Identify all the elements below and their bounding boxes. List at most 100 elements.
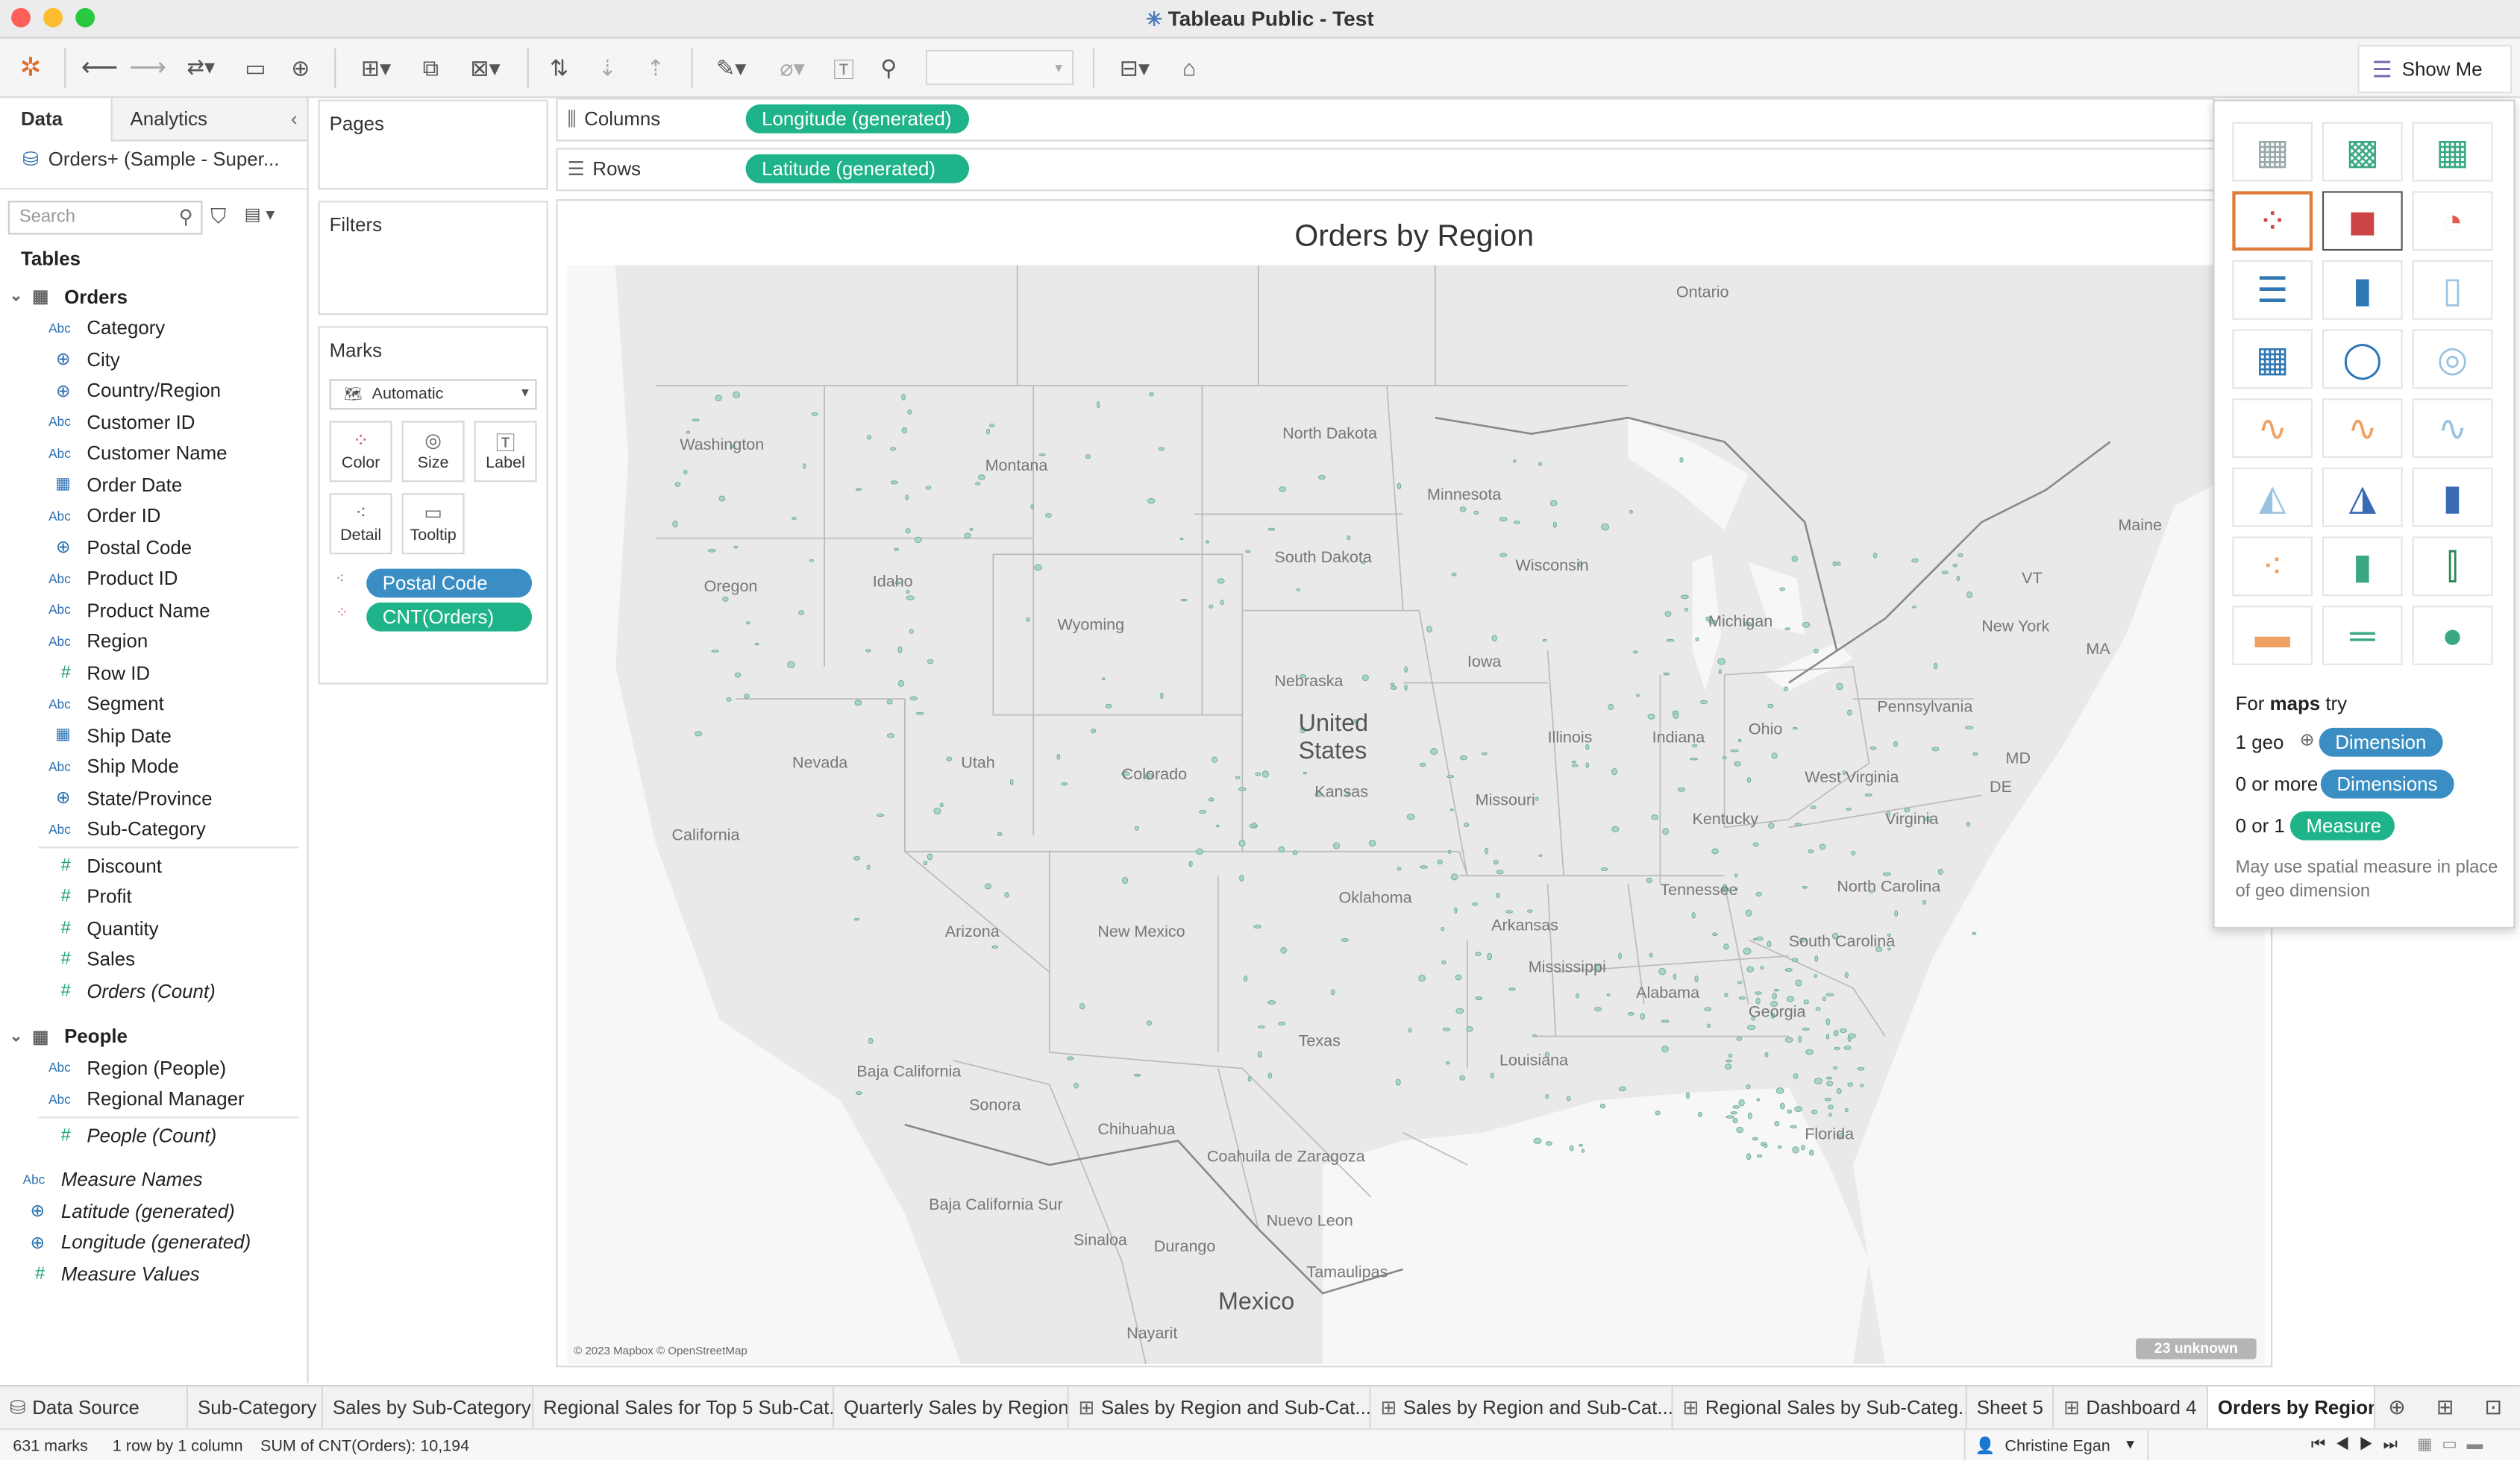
postal-code-mark[interactable] [1535,797,1539,801]
postal-code-mark[interactable] [1815,1007,1821,1011]
sheet-tab[interactable]: ⊞ Sales by Region and Sub-Cat... [1069,1386,1371,1430]
tab-analytics[interactable]: Analytics ‹ [112,98,307,142]
postal-code-mark[interactable] [1651,814,1658,820]
postal-code-mark[interactable] [1455,1008,1464,1014]
postal-code-mark[interactable] [1640,1013,1646,1020]
postal-code-mark[interactable] [1791,556,1798,562]
show-me-area-continuous-icon[interactable]: ◭ [2232,467,2313,527]
postal-code-mark[interactable] [1368,840,1376,847]
sheet-tab[interactable]: Sheet 5 [1967,1386,2054,1430]
postal-code-mark[interactable] [1663,672,1670,676]
postal-code-mark[interactable] [1786,996,1795,1002]
postal-code-mark[interactable] [733,391,741,399]
sheet-tab[interactable]: Regional Sales for Top 5 Sub-Cat... [533,1386,835,1430]
postal-code-mark[interactable] [1397,483,1402,490]
postal-code-mark[interactable] [1441,926,1445,931]
postal-code-mark[interactable] [1805,1049,1814,1055]
postal-code-mark[interactable] [1292,850,1298,855]
postal-code-mark[interactable] [1442,1027,1451,1031]
postal-code-mark[interactable] [1532,1034,1537,1037]
postal-code-mark[interactable] [1810,805,1817,809]
postal-code-mark[interactable] [1188,861,1193,867]
postal-code-mark[interactable] [1798,1035,1802,1043]
postal-code-mark[interactable] [1767,703,1774,708]
postal-code-mark[interactable] [1257,1051,1262,1058]
postal-code-mark[interactable] [988,424,995,427]
postal-code-mark[interactable] [1449,808,1454,811]
orders-table-header[interactable]: ⌄ ▦ Orders [0,281,127,312]
postal-code-mark[interactable] [733,545,739,549]
postal-code-mark[interactable] [897,679,905,687]
sort-descending-icon[interactable]: ⇡ [636,50,675,85]
sheet-navigation-icons[interactable]: ⏮◀▶⏭ [2311,1436,2407,1454]
postal-code-mark[interactable] [1763,1143,1768,1149]
postal-code-mark[interactable] [1455,974,1462,981]
postal-code-mark[interactable] [890,447,897,451]
postal-code-mark[interactable] [1330,989,1335,996]
postal-code-mark[interactable] [1418,974,1426,982]
postal-code-mark[interactable] [1472,902,1479,906]
postal-code-mark[interactable] [1030,504,1034,509]
postal-code-mark[interactable] [1245,550,1251,553]
show-me-horizontal-bars-icon[interactable]: ☰ [2232,260,2313,320]
postal-code-mark[interactable] [1499,516,1508,522]
postal-code-mark[interactable] [1466,1026,1473,1032]
postal-code-mark[interactable] [1756,1098,1761,1102]
field-item[interactable]: ⊕ Postal Code [39,532,192,562]
group-members-icon[interactable]: ⌀▾ [765,50,819,85]
postal-code-mark[interactable] [1869,746,1877,750]
postal-code-mark[interactable] [1646,877,1652,884]
postal-code-mark[interactable] [1395,1078,1401,1086]
postal-code-mark[interactable] [1784,627,1790,631]
postal-code-mark[interactable] [1784,968,1793,972]
postal-code-mark[interactable] [722,596,729,602]
postal-code-mark[interactable] [1212,756,1217,763]
postal-code-mark[interactable] [1764,1052,1769,1058]
postal-code-mark[interactable] [855,488,862,491]
field-item[interactable]: Abc Ship Mode [39,751,179,782]
postal-code-mark[interactable] [1952,563,1958,568]
postal-code-mark[interactable] [1505,910,1514,914]
postal-code-mark[interactable] [1533,1137,1542,1144]
postal-code-mark[interactable] [1814,974,1818,978]
postal-code-mark[interactable] [1746,1153,1752,1160]
new-data-source-icon[interactable]: ⊕ [283,50,318,85]
postal-code-mark[interactable] [915,712,924,715]
postal-code-mark[interactable] [1767,940,1772,948]
new-dashboard-icon[interactable]: ⊞ [2436,1395,2454,1420]
postal-code-mark[interactable] [1784,1037,1793,1043]
new-worksheet-icon[interactable]: ⊞▾ [347,50,405,85]
show-me-packed-bubbles-icon[interactable]: ● [2412,606,2493,665]
postal-code-mark[interactable] [1809,1149,1814,1156]
postal-code-mark[interactable] [1691,911,1696,919]
postal-code-mark[interactable] [1802,621,1811,628]
postal-code-mark[interactable] [1473,510,1479,515]
postal-code-mark[interactable] [1712,932,1718,937]
postal-code-mark[interactable] [985,428,991,435]
postal-code-mark[interactable] [715,395,722,402]
postal-code-mark[interactable] [1771,753,1778,759]
postal-code-mark[interactable] [1451,572,1457,576]
postal-code-mark[interactable] [809,559,814,562]
postal-code-mark[interactable] [1912,606,1916,609]
postal-code-mark[interactable] [692,418,700,421]
postal-code-mark[interactable] [866,864,871,870]
tab-data[interactable]: Data [0,98,113,142]
postal-code-mark[interactable] [811,412,818,416]
postal-code-mark[interactable] [1278,1021,1286,1026]
postal-code-mark[interactable] [1860,1084,1864,1087]
postal-code-mark[interactable] [901,427,908,434]
sheet-tab[interactable]: ⊞ Regional Sales by Sub-Categ... [1673,1386,1967,1430]
postal-code-mark[interactable] [1746,1084,1751,1090]
show-me-text-table-icon[interactable]: ▦ [2232,122,2313,182]
highlight-icon[interactable]: ✎▾ [704,50,759,85]
postal-code-mark[interactable] [906,590,910,594]
field-item[interactable]: Abc Sub-Category [39,814,206,844]
show-me-circle-views-icon[interactable]: ◯ [2322,329,2403,389]
postal-code-mark[interactable] [1661,1046,1669,1053]
postal-code-mark[interactable] [1491,635,1497,641]
postal-code-mark[interactable] [1025,617,1030,622]
postal-code-mark[interactable] [1730,1111,1737,1115]
postal-code-mark[interactable] [1790,1125,1798,1128]
postal-code-mark[interactable] [674,482,681,487]
